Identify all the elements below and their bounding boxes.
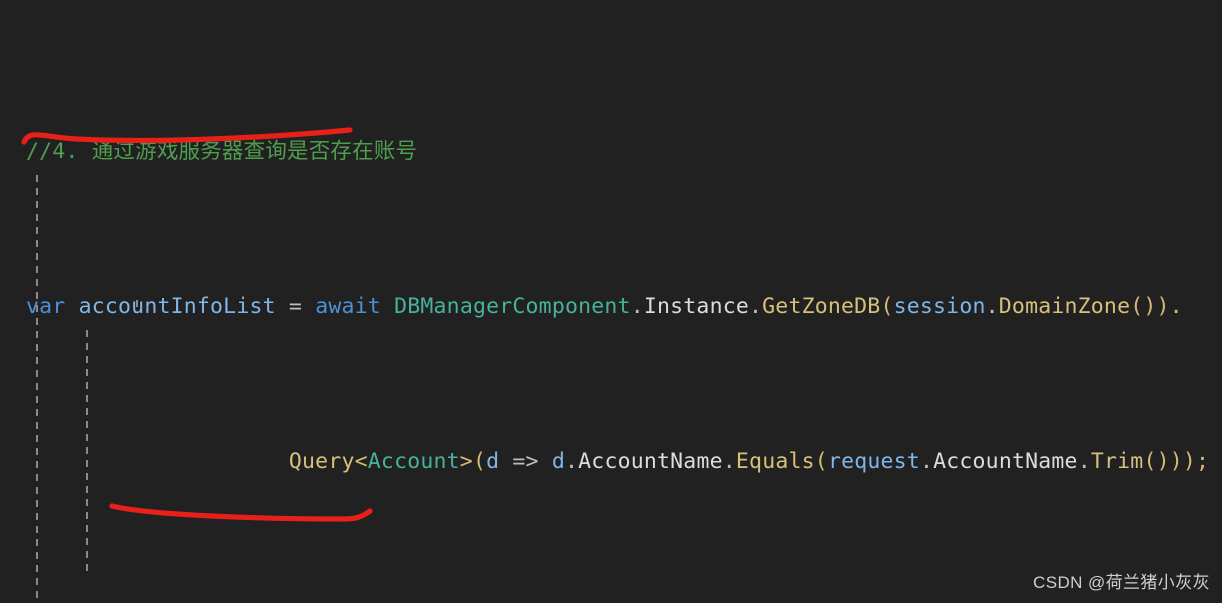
leading-space (26, 449, 289, 474)
indent-guide-level-2 (86, 330, 88, 575)
operator-assign: = (275, 294, 316, 319)
angle-close: > (459, 449, 473, 474)
code-line-1: //4. 通过游戏服务器查询是否存在账号 (0, 136, 1222, 167)
member-accountname-2: AccountName (933, 449, 1078, 474)
code-editor-surface[interactable]: //4. 通过游戏服务器查询是否存在账号 var accountInfoList… (0, 0, 1222, 603)
member-instance: Instance (643, 294, 749, 319)
indent-guide-level-1 (36, 175, 38, 603)
type-dbmanagercomponent: DBManagerComponent (394, 294, 631, 319)
type-account: Account (367, 449, 460, 474)
method-getzonedb: GetZoneDB (762, 294, 881, 319)
lambda-param-d: d (486, 449, 500, 474)
lambda-param-d-use: d (551, 449, 565, 474)
dot: . (749, 294, 763, 319)
identifier-accountinfolist: accountInfoList (78, 294, 276, 319)
indent-guide-level-3 (136, 300, 138, 312)
dot: . (565, 449, 579, 474)
identifier-request: request (827, 449, 920, 474)
keyword-var: var (26, 294, 66, 319)
paren: ( (814, 449, 828, 474)
dot: . (722, 449, 736, 474)
dot: . (985, 294, 999, 319)
comment-token: //4. 通过游戏服务器查询是否存在账号 (26, 139, 418, 164)
angle-open: < (354, 449, 368, 474)
code-screenshot: //4. 通过游戏服务器查询是否存在账号 var accountInfoList… (0, 0, 1222, 603)
method-domainzone: DomainZone (998, 294, 1131, 319)
csdn-watermark: CSDN @荷兰猪小灰灰 (1033, 573, 1210, 592)
dot: . (1077, 449, 1091, 474)
keyword-await: await (315, 294, 381, 319)
paren: ( (880, 294, 894, 319)
method-equals: Equals (735, 449, 815, 474)
member-accountname: AccountName (578, 449, 723, 474)
paren-tail: ())); (1143, 449, 1210, 474)
identifier-session: session (893, 294, 986, 319)
method-trim: Trim (1090, 449, 1144, 474)
dot: . (919, 449, 934, 474)
dot: . (630, 294, 644, 319)
paren-tail: ()). (1130, 294, 1183, 319)
paren: ( (472, 449, 487, 474)
method-query: Query (288, 449, 355, 474)
lambda-arrow: => (499, 449, 552, 474)
code-line-2: var accountInfoList = await DBManagerCom… (0, 291, 1222, 322)
code-line-3: Query<Account>(d => d.AccountName.Equals… (0, 446, 1222, 477)
